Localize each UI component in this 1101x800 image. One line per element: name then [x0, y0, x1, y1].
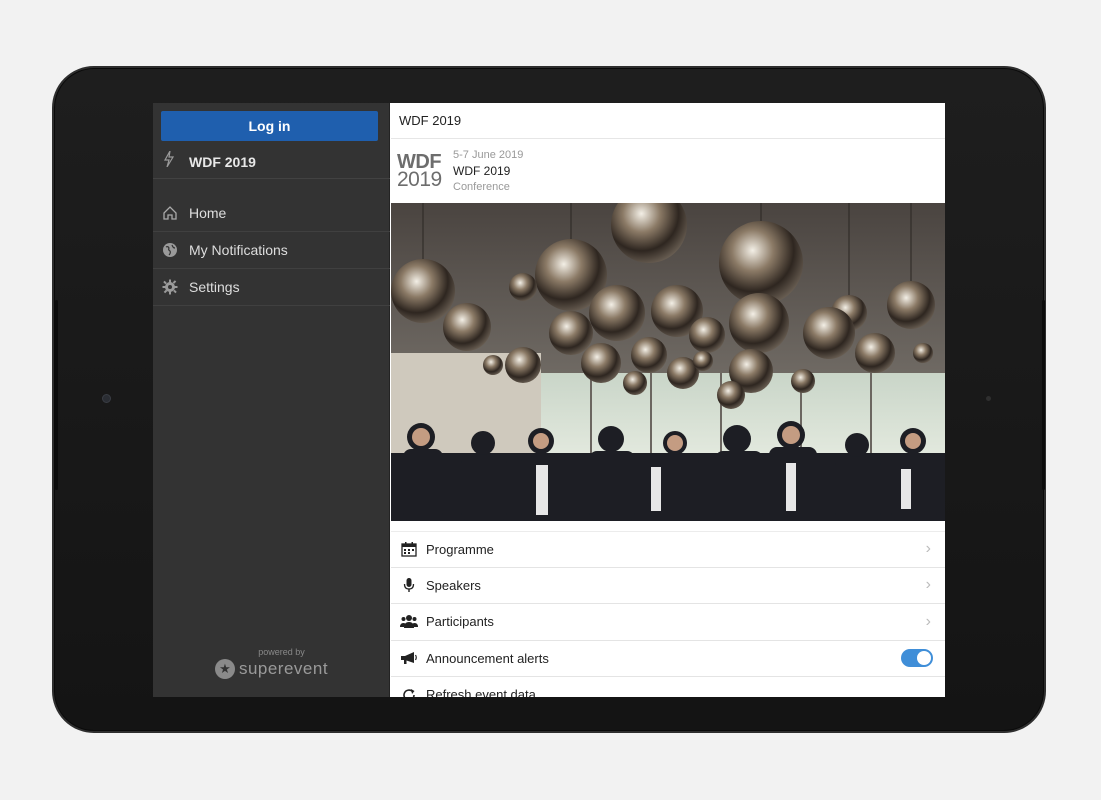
chevron-right-icon: › [925, 540, 931, 558]
right-edge [1042, 300, 1045, 490]
people-icon [400, 613, 418, 631]
globe-icon [161, 241, 179, 259]
event-info: 5-7 June 2019 WDF 2019 Conference [453, 147, 523, 195]
event-type: Conference [453, 181, 510, 193]
event-name: WDF 2019 [453, 164, 511, 178]
megaphone-icon [400, 649, 418, 667]
menu-item-label: Speakers [426, 577, 481, 593]
sidebar-item-settings[interactable]: Settings [153, 269, 390, 306]
login-button[interactable]: Log in [161, 111, 378, 141]
menu-item-label: Participants [426, 614, 494, 630]
sidebar-item-label: Home [189, 205, 227, 221]
menu-item-label: Announcement alerts [426, 650, 549, 666]
announcement-alerts-toggle[interactable] [901, 649, 933, 668]
screen: Log in WDF 2019 Home My Notifications Se… [153, 103, 945, 697]
menu-item-announcement-alerts: Announcement alerts [391, 641, 945, 677]
sidebar-item-label: Settings [189, 279, 240, 295]
menu-item-label: Refresh event data [426, 687, 536, 697]
brand-name: superevent [238, 659, 329, 678]
menu-item-programme[interactable]: Programme › [391, 531, 945, 568]
top-bar: WDF 2019 [391, 103, 945, 139]
powered-by-text: powered by [258, 647, 305, 657]
lightning-icon [163, 150, 177, 172]
sidebar-event-label: WDF 2019 [189, 153, 256, 170]
chevron-right-icon: › [925, 612, 931, 630]
sensor-icon [986, 396, 991, 401]
camera-icon [102, 394, 111, 403]
event-photo [391, 203, 945, 521]
event-date: 5-7 June 2019 [453, 149, 524, 161]
menu-item-refresh[interactable]: Refresh event data [391, 677, 945, 697]
sidebar-event[interactable]: WDF 2019 [153, 145, 390, 179]
microphone-icon [400, 576, 418, 594]
menu-item-speakers[interactable]: Speakers › [391, 568, 945, 604]
refresh-icon [400, 686, 418, 697]
powered-by: powered by ★ superevent [153, 647, 390, 679]
sidebar-item-label: My Notifications [189, 242, 288, 258]
main-panel: WDF 2019 WDF 2019 5-7 June 2019 WDF 2019… [391, 103, 945, 697]
sidebar-nav: Home My Notifications Settings [153, 195, 390, 306]
sidebar-item-notifications[interactable]: My Notifications [153, 232, 390, 269]
menu-item-label: Programme [426, 541, 494, 557]
event-header: WDF 2019 5-7 June 2019 WDF 2019 Conferen… [391, 139, 945, 203]
event-menu: Programme › Speakers › Participants › An… [391, 531, 945, 697]
left-edge [55, 300, 58, 490]
sidebar-item-home[interactable]: Home [153, 195, 390, 232]
sidebar: Log in WDF 2019 Home My Notifications Se… [153, 103, 390, 697]
event-logo: WDF 2019 [397, 152, 445, 191]
brand-logo: ★ superevent [153, 659, 390, 679]
home-icon [161, 204, 179, 222]
calendar-icon [400, 540, 418, 558]
gear-icon [161, 278, 179, 296]
chevron-right-icon: › [925, 576, 931, 594]
page-title: WDF 2019 [399, 113, 462, 128]
star-icon: ★ [214, 659, 235, 679]
event-logo-bottom: 2019 [397, 167, 442, 191]
menu-item-participants[interactable]: Participants › [391, 604, 945, 641]
